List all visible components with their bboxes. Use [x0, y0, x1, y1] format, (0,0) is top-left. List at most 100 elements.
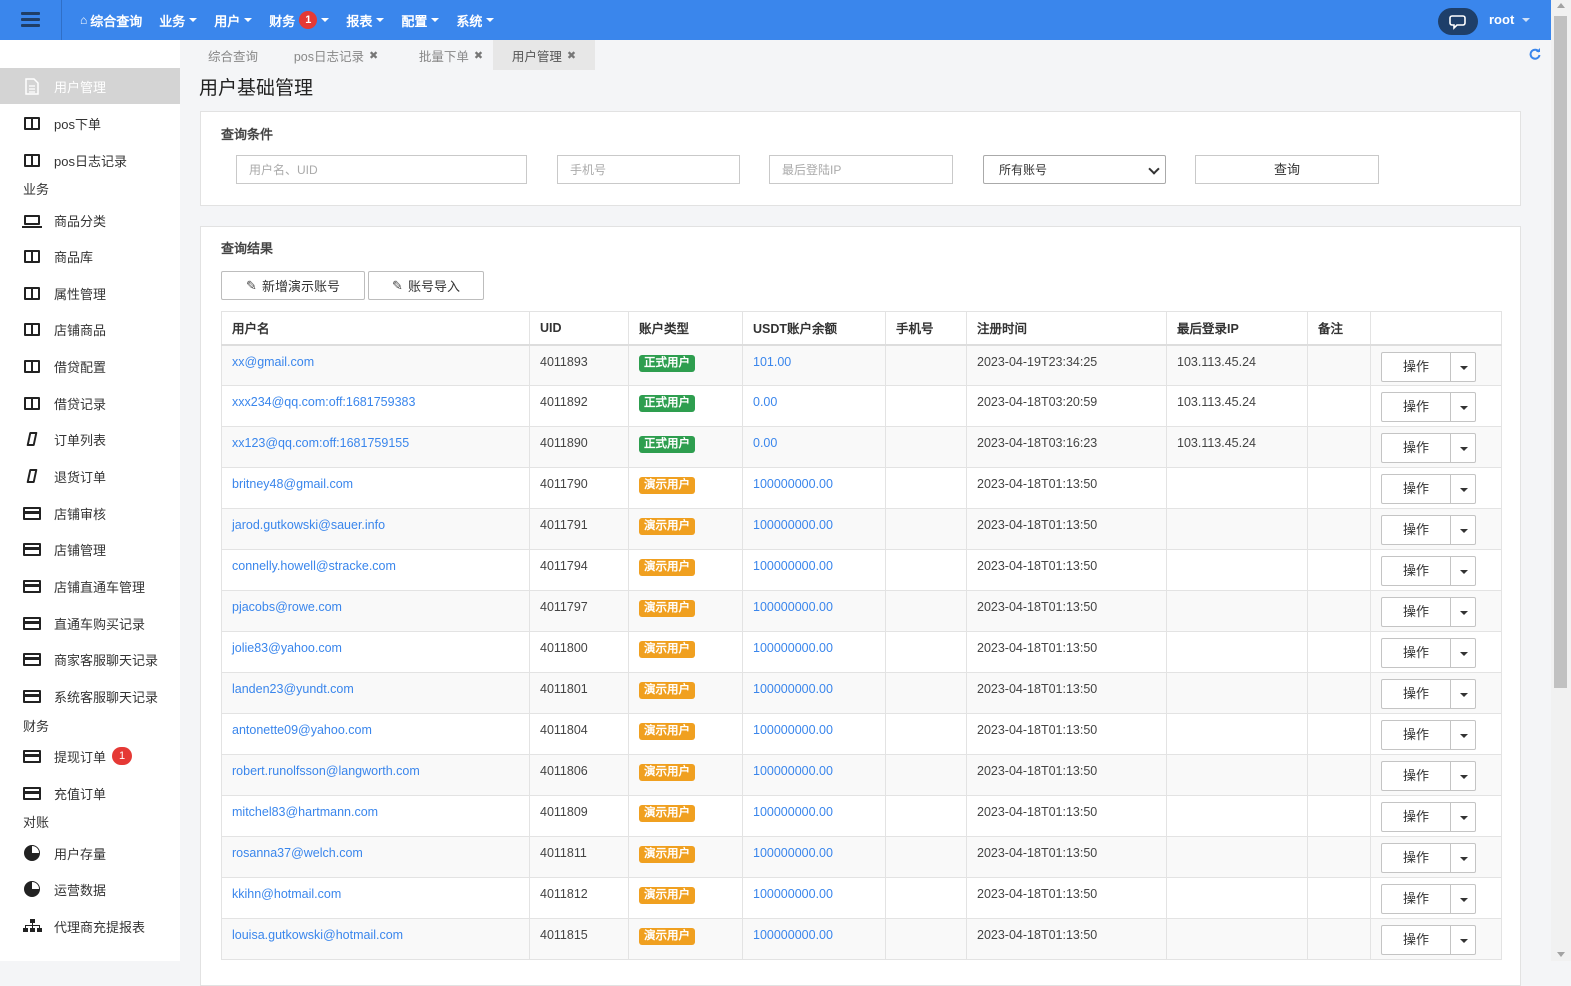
- sidebar-item-5[interactable]: 商品库: [0, 238, 180, 274]
- usdt-balance-link[interactable]: 0.00: [742, 426, 886, 468]
- sidebar-item-8[interactable]: 借贷配置: [0, 348, 180, 384]
- nav-menu-1[interactable]: 业务: [159, 11, 198, 30]
- actions-dropdown-toggle[interactable]: [1451, 392, 1476, 422]
- username-link[interactable]: pjacobs@rowe.com: [221, 590, 530, 632]
- sidebar-item-9[interactable]: 借贷记录: [0, 385, 180, 421]
- actions-dropdown-toggle[interactable]: [1451, 433, 1476, 463]
- actions-dropdown-toggle[interactable]: [1451, 925, 1476, 955]
- usdt-balance-link[interactable]: 100000000.00: [742, 672, 886, 714]
- chat-icon[interactable]: [1438, 8, 1478, 35]
- username-link[interactable]: robert.runolfsson@langworth.com: [221, 754, 530, 796]
- username-link[interactable]: kkihn@hotmail.com: [221, 877, 530, 919]
- close-icon[interactable]: ✖: [474, 49, 483, 62]
- username-link[interactable]: jarod.gutkowski@sauer.info: [221, 508, 530, 550]
- actions-button[interactable]: 操作: [1381, 515, 1451, 545]
- sidebar-item-23[interactable]: 运营数据: [0, 871, 180, 907]
- add-demo-account-button[interactable]: ✎ 新增演示账号: [221, 271, 365, 300]
- username-link[interactable]: antonette09@yahoo.com: [221, 713, 530, 755]
- tab-1[interactable]: pos日志记录 ✖: [286, 40, 386, 70]
- username-link[interactable]: britney48@gmail.com: [221, 467, 530, 509]
- actions-dropdown-toggle[interactable]: [1451, 720, 1476, 750]
- sidebar-item-15[interactable]: 直通车购买记录: [0, 605, 180, 641]
- actions-button[interactable]: 操作: [1381, 802, 1451, 832]
- actions-dropdown-toggle[interactable]: [1451, 474, 1476, 504]
- sidebar-item-6[interactable]: 属性管理: [0, 275, 180, 311]
- usdt-balance-link[interactable]: 100000000.00: [742, 508, 886, 550]
- username-link[interactable]: xx123@qq.com:off:1681759155: [221, 426, 530, 468]
- sidebar-item-19[interactable]: 提现订单 1: [0, 738, 180, 774]
- sidebar-item-2[interactable]: pos日志记录: [0, 142, 180, 178]
- actions-button[interactable]: 操作: [1381, 433, 1451, 463]
- actions-dropdown-toggle[interactable]: [1451, 843, 1476, 873]
- sidebar-item-22[interactable]: 用户存量: [0, 835, 180, 871]
- actions-button[interactable]: 操作: [1381, 761, 1451, 791]
- username-link[interactable]: xx@gmail.com: [221, 344, 530, 386]
- sidebar-item-24[interactable]: 代理商充提报表: [0, 908, 180, 944]
- nav-menu-4[interactable]: 报表: [346, 11, 385, 30]
- actions-dropdown-toggle[interactable]: [1451, 884, 1476, 914]
- sidebar-item-7[interactable]: 店铺商品: [0, 311, 180, 347]
- nav-menu-3[interactable]: 财务 1: [269, 11, 330, 30]
- nav-menu-2[interactable]: 用户: [214, 11, 253, 30]
- usdt-balance-link[interactable]: 100000000.00: [742, 754, 886, 796]
- refresh-icon[interactable]: [1529, 47, 1541, 63]
- actions-button[interactable]: 操作: [1381, 351, 1451, 382]
- actions-dropdown-toggle[interactable]: [1451, 515, 1476, 545]
- sidebar-item-1[interactable]: pos下单: [0, 105, 180, 141]
- usdt-balance-link[interactable]: 100000000.00: [742, 713, 886, 755]
- actions-button[interactable]: 操作: [1381, 556, 1451, 586]
- username-link[interactable]: louisa.gutkowski@hotmail.com: [221, 918, 530, 960]
- username-link[interactable]: rosanna37@welch.com: [221, 836, 530, 878]
- tab-3[interactable]: 用户管理 ✖: [493, 40, 595, 70]
- sidebar-item-17[interactable]: 系统客服聊天记录: [0, 678, 180, 714]
- page-scrollbar[interactable]: [1551, 0, 1571, 961]
- close-icon[interactable]: ✖: [369, 49, 378, 62]
- last-login-ip-input[interactable]: [769, 155, 953, 184]
- usdt-balance-link[interactable]: 100000000.00: [742, 836, 886, 878]
- usdt-balance-link[interactable]: 100000000.00: [742, 631, 886, 673]
- query-button[interactable]: 查询: [1195, 155, 1379, 184]
- nav-menu-5[interactable]: 配置: [401, 11, 440, 30]
- usdt-balance-link[interactable]: 101.00: [742, 344, 886, 386]
- actions-dropdown-toggle[interactable]: [1451, 638, 1476, 668]
- nav-menu-0[interactable]: ⌂ 综合查询: [80, 11, 142, 30]
- sidebar-item-11[interactable]: 退货订单: [0, 458, 180, 494]
- actions-button[interactable]: 操作: [1381, 843, 1451, 873]
- actions-dropdown-toggle[interactable]: [1451, 351, 1476, 382]
- tab-0[interactable]: 综合查询: [199, 40, 267, 70]
- sidebar-item-0[interactable]: 用户管理: [0, 68, 180, 104]
- user-menu[interactable]: root: [1489, 12, 1531, 27]
- actions-dropdown-toggle[interactable]: [1451, 679, 1476, 709]
- sidebar-item-13[interactable]: 店铺管理: [0, 531, 180, 567]
- username-link[interactable]: landen23@yundt.com: [221, 672, 530, 714]
- actions-dropdown-toggle[interactable]: [1451, 556, 1476, 586]
- sidebar-item-4[interactable]: 商品分类: [0, 202, 180, 238]
- usdt-balance-link[interactable]: 100000000.00: [742, 795, 886, 837]
- actions-dropdown-toggle[interactable]: [1451, 802, 1476, 832]
- usdt-balance-link[interactable]: 100000000.00: [742, 590, 886, 632]
- scroll-down-arrow-icon[interactable]: [1557, 952, 1565, 957]
- actions-button[interactable]: 操作: [1381, 884, 1451, 914]
- username-uid-input[interactable]: [236, 155, 527, 184]
- actions-button[interactable]: 操作: [1381, 597, 1451, 627]
- usdt-balance-link[interactable]: 100000000.00: [742, 918, 886, 960]
- actions-button[interactable]: 操作: [1381, 925, 1451, 955]
- account-type-select[interactable]: 所有账号: [983, 155, 1166, 184]
- usdt-balance-link[interactable]: 100000000.00: [742, 467, 886, 509]
- sidebar-item-10[interactable]: 订单列表: [0, 421, 180, 457]
- import-accounts-button[interactable]: ✎ 账号导入: [368, 271, 484, 300]
- usdt-balance-link[interactable]: 100000000.00: [742, 549, 886, 591]
- username-link[interactable]: xxx234@qq.com:off:1681759383: [221, 385, 530, 427]
- close-icon[interactable]: ✖: [567, 49, 576, 62]
- nav-menu-6[interactable]: 系统: [456, 11, 495, 30]
- sidebar-item-16[interactable]: 商家客服聊天记录: [0, 641, 180, 677]
- sidebar-item-20[interactable]: 充值订单: [0, 775, 180, 811]
- hamburger-menu-icon[interactable]: [0, 0, 62, 40]
- actions-button[interactable]: 操作: [1381, 638, 1451, 668]
- sidebar-item-12[interactable]: 店铺审核: [0, 495, 180, 531]
- scroll-up-arrow-icon[interactable]: [1557, 3, 1565, 8]
- actions-button[interactable]: 操作: [1381, 392, 1451, 422]
- actions-button[interactable]: 操作: [1381, 679, 1451, 709]
- usdt-balance-link[interactable]: 100000000.00: [742, 877, 886, 919]
- phone-input[interactable]: [557, 155, 740, 184]
